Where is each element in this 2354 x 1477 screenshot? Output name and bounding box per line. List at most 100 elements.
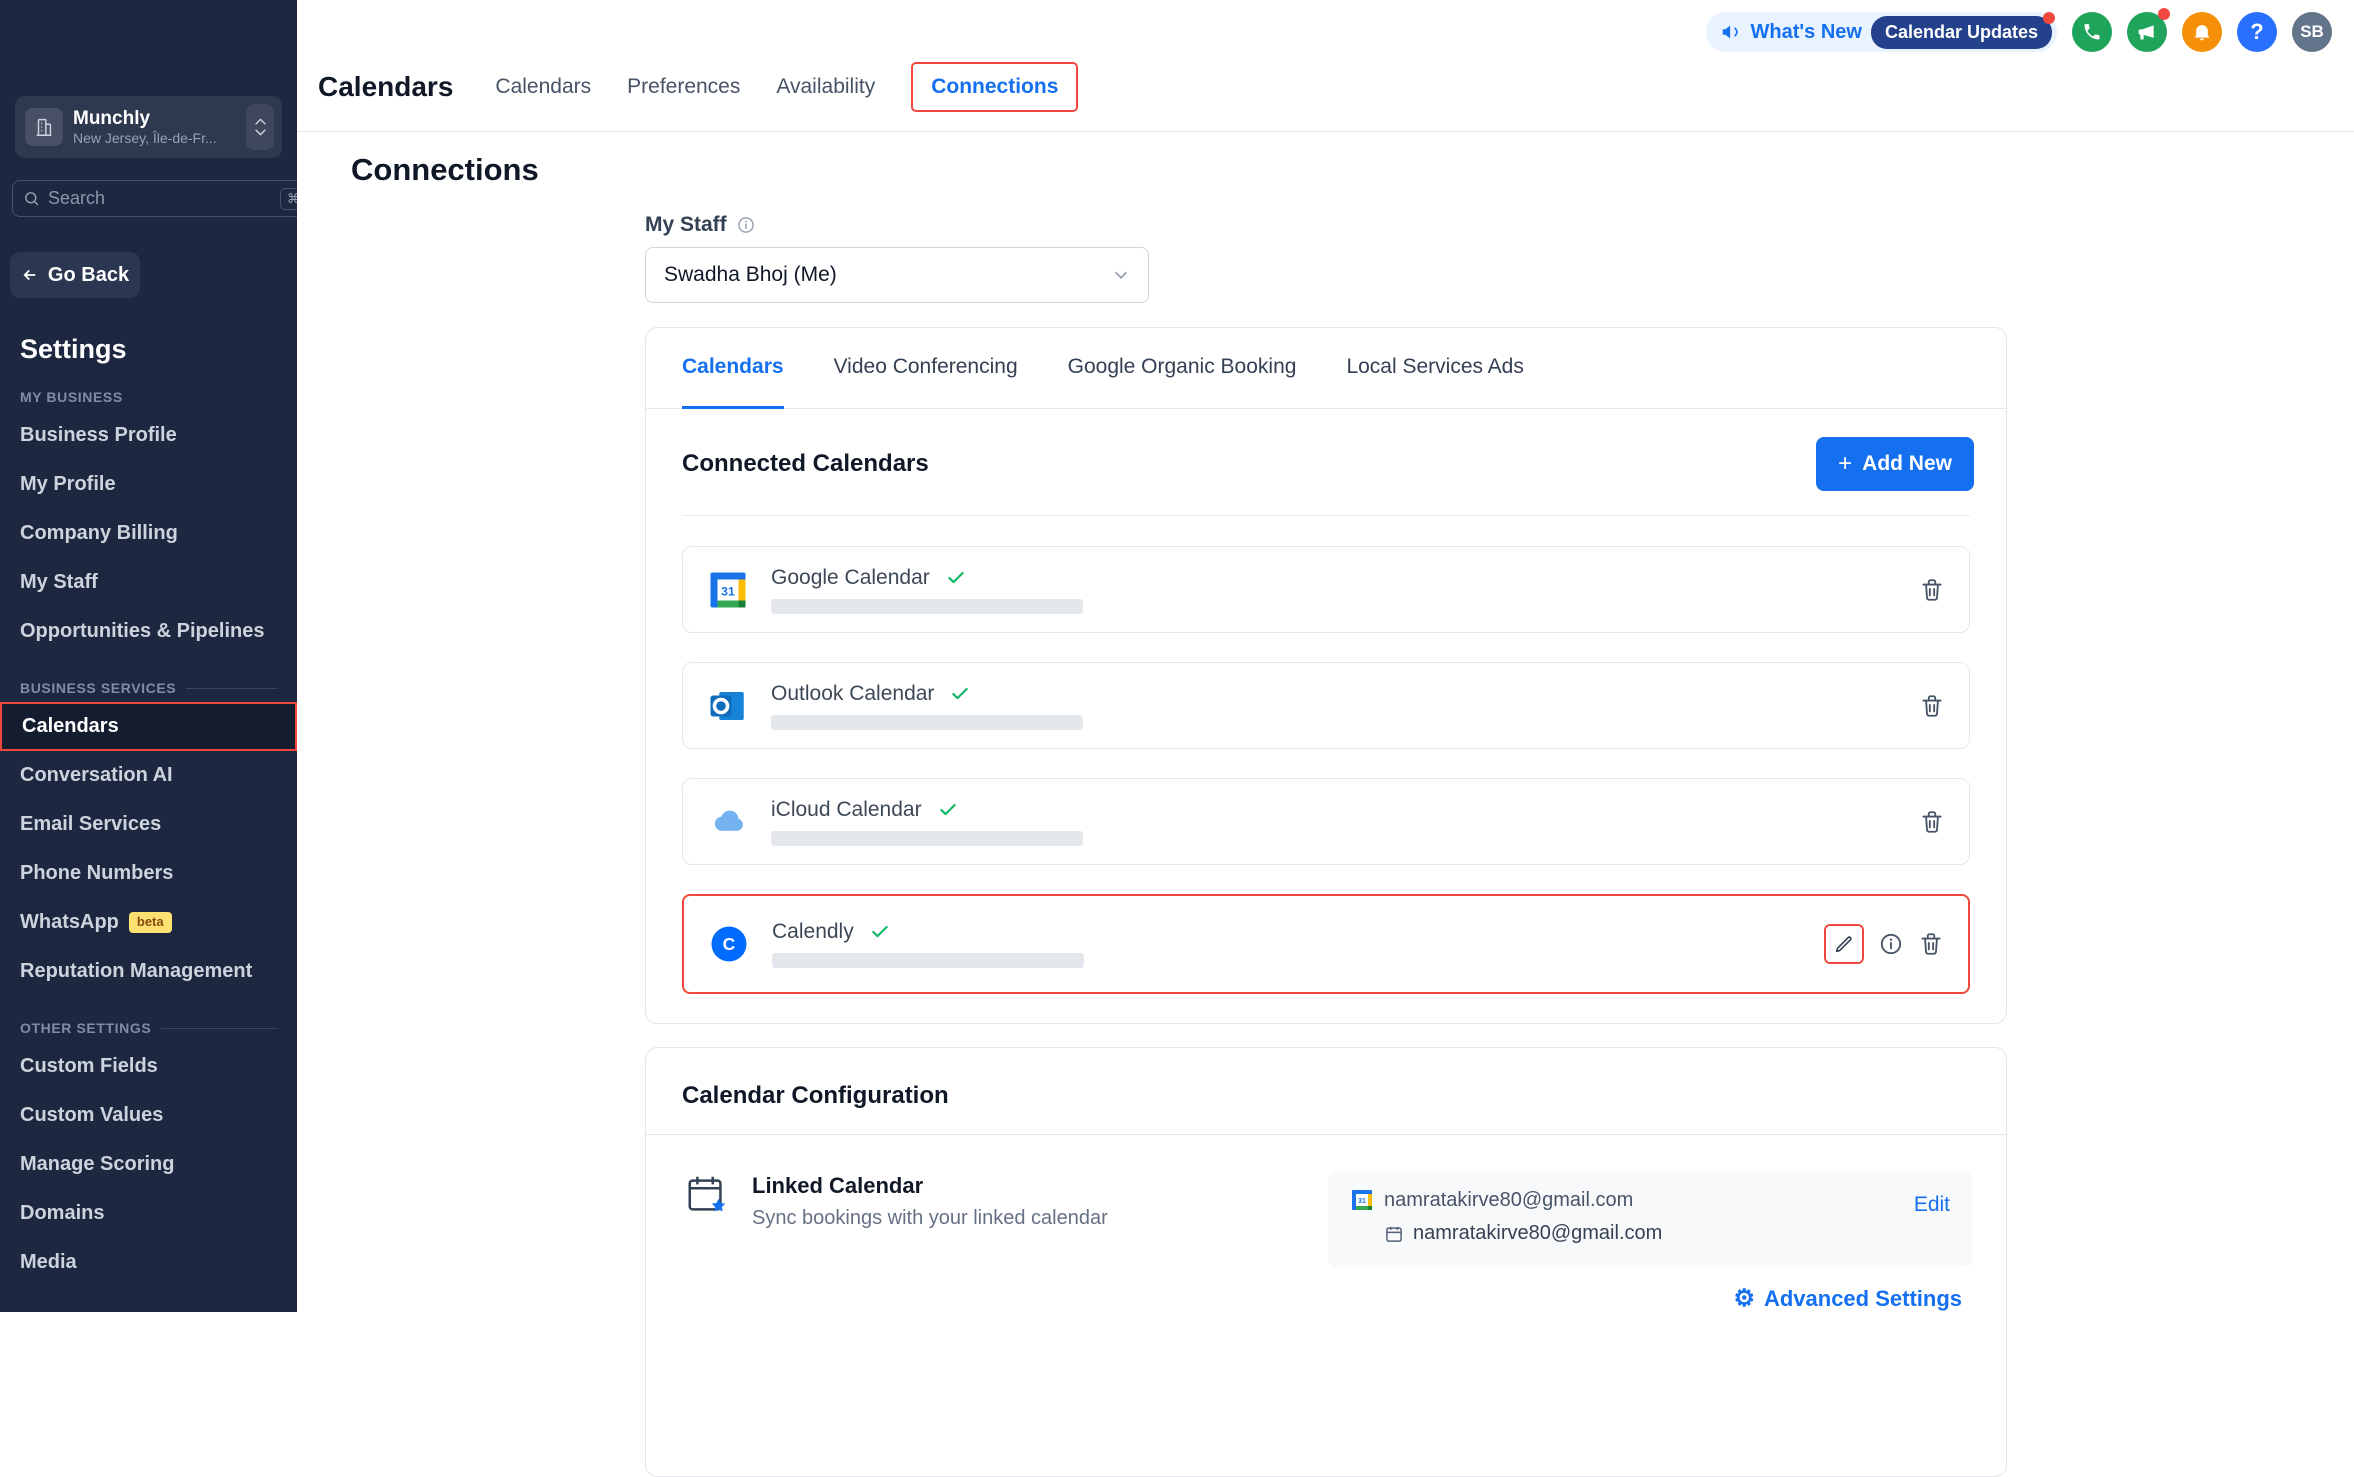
- info-icon[interactable]: [736, 215, 756, 235]
- tab-connections[interactable]: Connections: [931, 75, 1058, 99]
- calendly-icon: C: [708, 923, 750, 965]
- calendar-icon: [1384, 1224, 1404, 1244]
- edit-button-highlight[interactable]: [1824, 924, 1864, 964]
- linked-calendar-description: Sync bookings with your linked calendar: [752, 1207, 1108, 1230]
- calendar-updates-badge[interactable]: Calendar Updates: [1871, 16, 2052, 49]
- sidebar-title: Settings: [20, 334, 297, 365]
- sidebar-item-custom-values[interactable]: Custom Values: [0, 1091, 297, 1140]
- main-area: What's New Calendar Updates ? SB Calenda…: [297, 0, 2354, 1312]
- calendar-row-calendly: C Calendly: [682, 894, 1970, 994]
- beta-badge: beta: [129, 912, 172, 933]
- my-staff-label: My Staff: [645, 213, 756, 237]
- sidebar-item-email-services[interactable]: Email Services: [0, 800, 297, 849]
- sidebar-search-row: ⌘ K: [12, 180, 285, 217]
- sidebar-item-manage-scoring[interactable]: Manage Scoring: [0, 1140, 297, 1189]
- delete-icon[interactable]: [1919, 693, 1945, 719]
- sidebar-item-calendars[interactable]: Calendars: [0, 702, 297, 751]
- page-tabs: Calendars Preferences Availability Conne…: [495, 62, 1078, 112]
- sidebar-item-conversation-ai[interactable]: Conversation AI: [0, 751, 297, 800]
- sidebar-item-reputation-management[interactable]: Reputation Management: [0, 947, 297, 996]
- edit-link[interactable]: Edit: [1914, 1193, 1950, 1217]
- staff-select[interactable]: Swadha Bhoj (Me): [645, 247, 1149, 303]
- arrow-left-icon: [21, 266, 39, 284]
- svg-text:31: 31: [1358, 1198, 1366, 1205]
- sidebar-item-company-billing[interactable]: Company Billing: [0, 509, 297, 558]
- connected-calendars-heading: Connected Calendars: [682, 450, 929, 478]
- tab-availability[interactable]: Availability: [776, 75, 875, 99]
- tab-calendars[interactable]: Calendars: [495, 75, 591, 99]
- active-tab-highlight: Connections: [911, 62, 1078, 112]
- linked-email: namratakirve80@gmail.com: [1413, 1222, 1662, 1245]
- sidebar-item-my-staff[interactable]: My Staff: [0, 558, 297, 607]
- sidebar-item-opportunities-pipelines[interactable]: Opportunities & Pipelines: [0, 607, 297, 656]
- check-icon: [950, 684, 970, 704]
- delete-icon[interactable]: [1919, 577, 1945, 603]
- sidebar-item-phone-numbers[interactable]: Phone Numbers: [0, 849, 297, 898]
- whats-new-button[interactable]: What's New Calendar Updates: [1706, 12, 2057, 52]
- page-header: Calendars Calendars Preferences Availabi…: [318, 42, 1078, 132]
- help-button[interactable]: ?: [2237, 12, 2277, 52]
- building-icon: [25, 108, 63, 146]
- info-icon[interactable]: [1878, 931, 1904, 957]
- calendar-row-outlook: Outlook Calendar: [682, 662, 1970, 749]
- go-back-label: Go Back: [48, 264, 129, 287]
- calendar-row-icloud: iCloud Calendar: [682, 778, 1970, 865]
- section-business-services: BUSINESS SERVICES: [20, 680, 277, 696]
- tab-local-services-ads[interactable]: Local Services Ads: [1346, 328, 1523, 409]
- user-avatar[interactable]: SB: [2292, 12, 2332, 52]
- staff-select-value: Swadha Bhoj (Me): [664, 263, 837, 287]
- calendar-info: Google Calendar: [771, 566, 1083, 614]
- svg-text:31: 31: [721, 584, 735, 598]
- calendar-id-placeholder: [771, 715, 1083, 730]
- calendar-configuration-heading: Calendar Configuration: [682, 1082, 2006, 1110]
- linked-calendar-box: 31 namratakirve80@gmail.com namratakirve…: [1328, 1171, 1972, 1267]
- notifications-button[interactable]: [2182, 12, 2222, 52]
- tab-google-organic-booking[interactable]: Google Organic Booking: [1068, 328, 1297, 409]
- sidebar-item-whatsapp[interactable]: WhatsApp beta: [0, 898, 297, 947]
- header-divider: [297, 131, 2354, 132]
- calendar-configuration-card: Calendar Configuration Linked Calendar S…: [645, 1047, 2007, 1477]
- notification-dot: [2043, 12, 2055, 24]
- delete-icon[interactable]: [1919, 809, 1945, 835]
- calendar-id-placeholder: [771, 831, 1083, 846]
- advanced-settings-link[interactable]: ⚙ Advanced Settings: [1733, 1286, 1962, 1312]
- tab-video-conferencing[interactable]: Video Conferencing: [834, 328, 1018, 409]
- sidebar-item-my-profile[interactable]: My Profile: [0, 460, 297, 509]
- sidebar-item-business-profile[interactable]: Business Profile: [0, 411, 297, 460]
- calendar-row-google: 31 Google Calendar: [682, 546, 1970, 633]
- question-icon: ?: [2250, 19, 2263, 45]
- chevron-down-icon: [1110, 264, 1132, 286]
- icloud-calendar-icon: [707, 801, 749, 843]
- phone-button[interactable]: [2072, 12, 2112, 52]
- page-title: Calendars: [318, 71, 453, 103]
- calendar-name: iCloud Calendar: [771, 798, 922, 822]
- go-back-button[interactable]: Go Back: [10, 252, 140, 298]
- sidebar-item-custom-fields[interactable]: Custom Fields: [0, 1042, 297, 1091]
- search-box[interactable]: ⌘ K: [12, 180, 328, 217]
- add-new-button[interactable]: + Add New: [1816, 437, 1974, 491]
- delete-icon[interactable]: [1918, 931, 1944, 957]
- calendar-star-icon: [684, 1171, 730, 1217]
- settings-sidebar: Munchly New Jersey, Île-de-Fr... ⌘ K Go …: [0, 0, 297, 1312]
- check-icon: [938, 800, 958, 820]
- announcement-icon: [1720, 21, 1742, 43]
- account-switcher-toggle[interactable]: [246, 104, 274, 150]
- section-divider: [161, 1028, 277, 1029]
- tab-preferences[interactable]: Preferences: [627, 75, 740, 99]
- check-icon: [946, 568, 966, 588]
- search-input[interactable]: [48, 188, 280, 209]
- calendar-name: Calendly: [772, 920, 854, 944]
- outlook-calendar-icon: [707, 685, 749, 727]
- linked-calendar-text: Linked Calendar Sync bookings with your …: [752, 1171, 1108, 1230]
- sidebar-item-domains[interactable]: Domains: [0, 1189, 297, 1238]
- megaphone-icon: [2137, 22, 2157, 42]
- announcements-button[interactable]: [2127, 12, 2167, 52]
- account-switcher[interactable]: Munchly New Jersey, Île-de-Fr...: [15, 96, 282, 158]
- chevron-up-icon: [254, 117, 267, 126]
- tab-connection-calendars[interactable]: Calendars: [682, 328, 784, 409]
- chevron-down-icon: [254, 128, 267, 137]
- topbar: What's New Calendar Updates ? SB: [1706, 11, 2332, 53]
- phone-icon: [2082, 22, 2102, 42]
- linked-calendar-row: Linked Calendar Sync bookings with your …: [646, 1135, 2006, 1267]
- sidebar-item-media[interactable]: Media: [0, 1238, 297, 1287]
